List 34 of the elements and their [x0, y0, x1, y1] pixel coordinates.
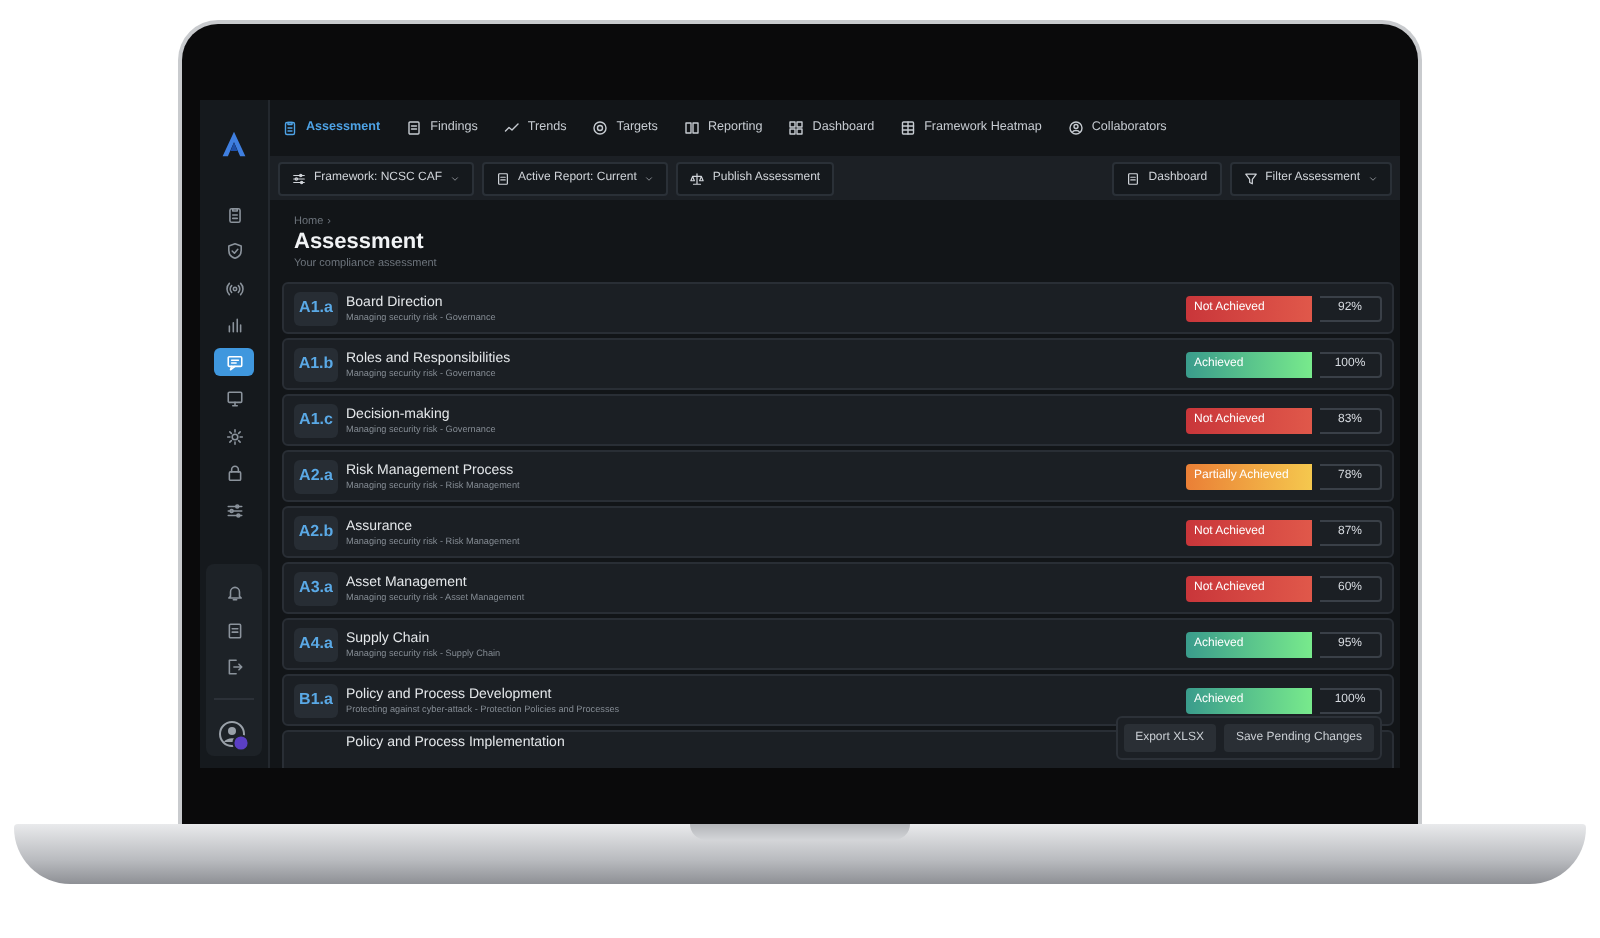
requirement-code: B1.a [294, 683, 338, 717]
page-title: Assessment [292, 230, 426, 256]
sidebar-item[interactable] [214, 348, 254, 376]
trend-icon [503, 120, 520, 136]
monitor-icon [225, 390, 243, 408]
document-icon [406, 120, 423, 136]
table-icon [900, 120, 917, 136]
bell-icon [225, 584, 243, 602]
requirement-code: A4.a [294, 627, 338, 661]
clipboard-icon [282, 120, 298, 136]
broadcast-icon [225, 279, 243, 297]
grid-icon [788, 120, 805, 136]
bar-chart-icon [225, 316, 243, 334]
requirement-code: A2.b [294, 515, 338, 549]
book-icon [683, 120, 700, 136]
shield-icon [225, 242, 243, 260]
document-icon [496, 171, 511, 185]
scale-icon [690, 171, 705, 185]
requirement-code: A3.a [294, 571, 338, 605]
requirement-code: A1.b [294, 347, 338, 381]
sliders-icon [292, 171, 306, 185]
logout-icon [225, 658, 243, 676]
filter-icon [1243, 171, 1258, 185]
sliders-icon [225, 501, 243, 519]
document-icon [225, 621, 243, 639]
requirement-code: A1.c [294, 403, 338, 437]
requirement-code: A2.a [294, 459, 338, 493]
clipboard-icon [225, 205, 243, 223]
document-icon [1126, 171, 1141, 185]
requirement-code: A1.a [294, 291, 338, 325]
target-icon [592, 120, 609, 136]
message-icon [225, 353, 243, 371]
lock-icon [225, 464, 243, 482]
user-icon [1067, 120, 1084, 136]
